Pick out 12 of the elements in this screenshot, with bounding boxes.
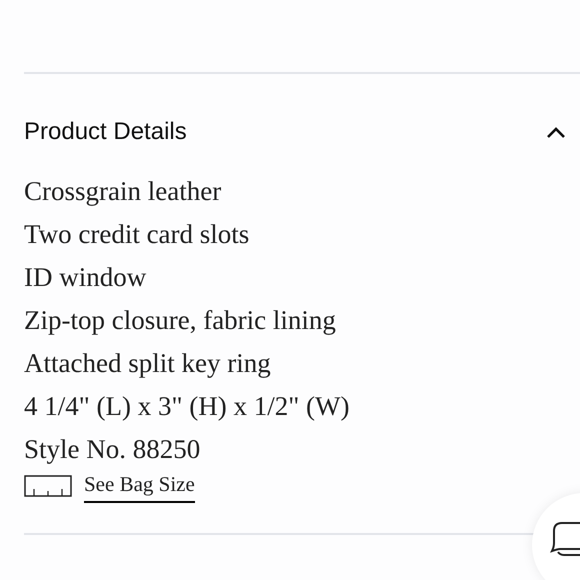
detail-line: 4 1/4" (L) x 3" (H) x 1/2" (W) xyxy=(24,391,350,421)
see-bag-size-link[interactable]: See Bag Size xyxy=(84,469,195,503)
detail-line: Crossgrain leather xyxy=(24,176,222,206)
section-title: Product Details xyxy=(24,117,187,147)
chevron-up-icon xyxy=(546,126,566,138)
detail-line: Zip-top closure, fabric lining xyxy=(24,305,336,335)
detail-line: Attached split key ring xyxy=(24,348,271,378)
detail-line: ID window xyxy=(24,262,146,292)
detail-line: Style No. 88250 xyxy=(24,434,200,464)
ruler-icon xyxy=(24,475,72,497)
detail-line: Two credit card slots xyxy=(24,219,250,249)
chat-icon xyxy=(550,521,580,557)
